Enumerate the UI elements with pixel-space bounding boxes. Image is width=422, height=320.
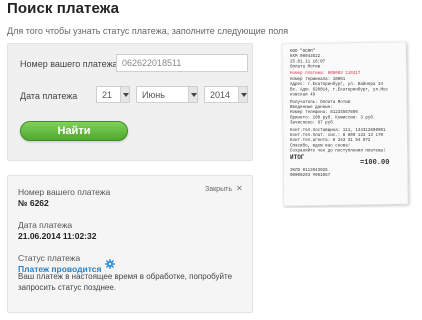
day-select-value: 21 — [102, 90, 113, 100]
find-button[interactable]: Найти — [20, 121, 128, 141]
receipt-body-line: Конт.тел.плат. сис.: 8 800 133 13 170 — [290, 134, 383, 138]
payment-search-form: Номер вашего платежа 062622018511 Дата п… — [7, 43, 253, 161]
close-link[interactable]: Закрыть — [205, 186, 232, 193]
year-select-value: 2014 — [210, 90, 231, 100]
year-select[interactable]: 2014 — [204, 86, 248, 103]
payment-result-card: Закрыть ✕ Номер вашего платежа № 6262 Да… — [7, 175, 253, 313]
payment-number-input[interactable]: 062622018511 — [116, 54, 248, 72]
receipt-body-line: Зачислено: 97 руб. — [290, 121, 335, 126]
receipt-paper: ООО "ОСМП"ККМ 0004352225.01.11 16:07 Опла… — [281, 41, 409, 207]
receipt-body-line: Номер терминала: 10001 — [290, 78, 346, 82]
receipt-footer-line: 00000293 #061057 — [290, 174, 331, 178]
result-number-label: Номер вашего платежа — [18, 187, 111, 197]
receipt-body-line: Принято: 100 руб. Комиссия: 3 руб. — [290, 115, 375, 120]
month-select[interactable]: Июнь — [136, 86, 198, 103]
receipt-body-line: Вх. Адм: 620014, г.Екатеринбург, ул.Мос — [290, 87, 388, 92]
receipt-body-line: Номер телефона: 81234567890 — [290, 110, 358, 115]
payment-number-label: Номер вашего платежа — [20, 59, 118, 69]
receipt-body-line: ковская 49 — [290, 94, 316, 98]
receipt-payment-number: Номер платежа: 000003 110317 — [290, 72, 361, 76]
receipt-body-line: Конт.тел.агента: 8 343 31 94 072 — [290, 139, 371, 143]
page-subtitle: Для того чтобы узнать статус платежа, за… — [7, 26, 289, 36]
close-icon[interactable]: ✕ — [236, 184, 243, 193]
receipt-total-value: =100.00 — [360, 159, 389, 167]
result-date-value: 21.06.2014 11:02:32 — [18, 231, 97, 241]
receipt-body-line: Получатель: Оплата Мотив — [290, 101, 351, 105]
receipt-body-line: Адрес: г.Екатеринбург, ул. Вайнера 34 — [290, 82, 383, 87]
receipt-body-line: Введенные данные: — [290, 106, 333, 110]
result-status-label: Статус платежа — [18, 253, 81, 263]
chevron-down-icon[interactable] — [188, 87, 197, 102]
receipt-header-line: ООО "ОСМП" — [290, 49, 315, 54]
chevron-down-icon[interactable] — [120, 87, 129, 102]
gear-icon — [105, 259, 115, 269]
result-date-label: Дата платежа — [18, 220, 73, 230]
receipt-header-line: 25.01.11 16:07 — [290, 60, 326, 64]
receipt-body-line: Спасибо, ждем вас снова! — [290, 143, 350, 148]
receipt-body-line: Конт.тел.поставщика: 111, 134312690001 — [290, 129, 386, 133]
payment-date-label: Дата платежа — [20, 91, 78, 101]
day-select[interactable]: 21 — [96, 86, 130, 103]
chevron-down-icon[interactable] — [238, 87, 247, 102]
page-title: Поиск платежа — [7, 0, 120, 17]
receipt-header-line: ККМ 00043522 — [290, 55, 321, 59]
receipt-image: ООО "ОСМП" ККМ 00043522 25.01.11 16:07 Опла… — [276, 40, 412, 208]
receipt-footer-line: ЭКЛЗ 0113943026 — [290, 169, 328, 173]
receipt-header-line: Оплата Мотив — [290, 66, 321, 70]
receipt-total-label: ИТОГ — [290, 154, 305, 161]
month-select-value: Июнь — [142, 90, 165, 100]
result-number-value: № 6262 — [18, 198, 49, 208]
result-status-note: Ваш платеж в настоящее время в обработке… — [18, 272, 233, 292]
